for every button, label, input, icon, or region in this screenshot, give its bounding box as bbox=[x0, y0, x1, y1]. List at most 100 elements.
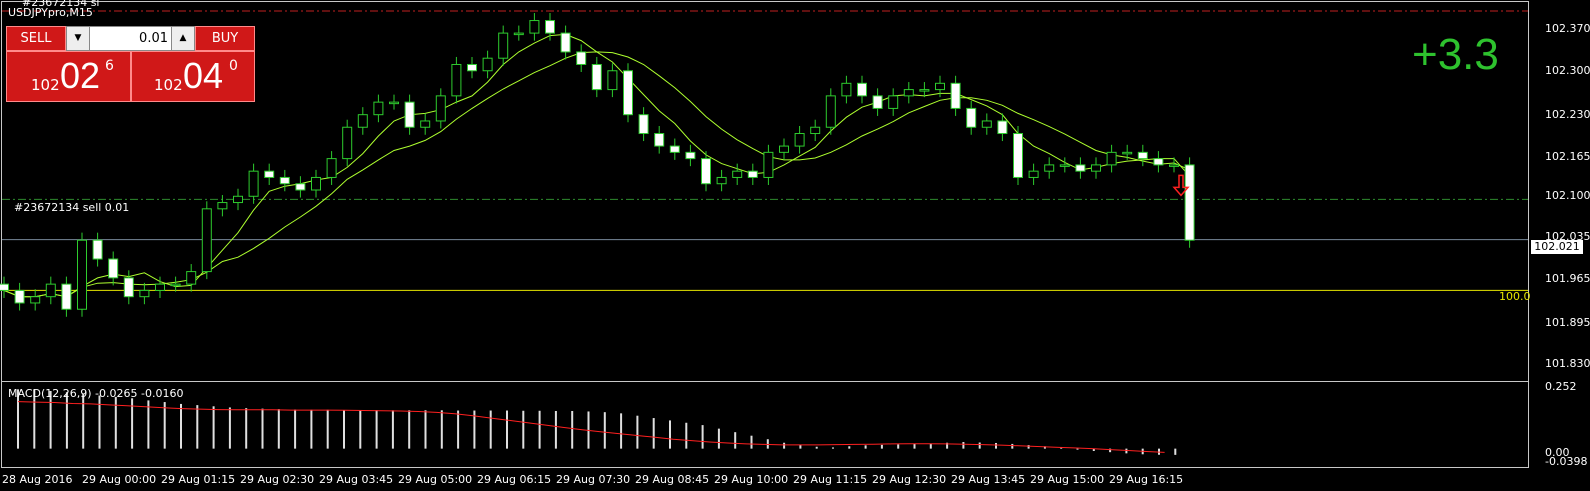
candle-body bbox=[45, 283, 56, 298]
candle-body bbox=[201, 208, 212, 273]
time-axis-label: 29 Aug 02:30 bbox=[240, 473, 315, 486]
candle-body bbox=[669, 145, 680, 153]
candle-body bbox=[654, 133, 665, 147]
macd-histogram-bar bbox=[783, 442, 786, 449]
candle-body bbox=[888, 95, 899, 109]
candle-body bbox=[248, 170, 259, 197]
candle-body bbox=[1122, 151, 1133, 155]
candle-body bbox=[77, 239, 87, 310]
sell-button[interactable]: SELL bbox=[6, 26, 66, 51]
candle-body bbox=[560, 32, 571, 53]
sell-price-box[interactable]: 102 02 6 bbox=[6, 51, 131, 102]
buy-button[interactable]: BUY bbox=[195, 26, 255, 51]
macd-histogram-bar bbox=[522, 410, 525, 449]
candle-body bbox=[1044, 164, 1055, 172]
sell-price-fraction: 6 bbox=[105, 58, 114, 74]
candle-body bbox=[1184, 164, 1195, 241]
candle-body bbox=[1169, 164, 1179, 167]
one-click-trading-panel: SELL ▼ ▲ BUY 102 02 6 102 04 0 bbox=[6, 26, 255, 102]
candle-body bbox=[1091, 164, 1101, 172]
macd-histogram-bar bbox=[766, 439, 769, 449]
candle-body bbox=[233, 195, 243, 204]
price-axis-label: 102.230 bbox=[1545, 108, 1590, 121]
price-axis-label: 102.370 bbox=[1545, 22, 1590, 35]
candle-body bbox=[155, 283, 165, 291]
candle-body bbox=[872, 95, 883, 109]
candle-body bbox=[825, 95, 836, 128]
candle-body bbox=[1075, 164, 1086, 172]
macd-histogram-bar bbox=[669, 420, 671, 449]
candle-body bbox=[607, 70, 618, 91]
macd-histogram-bar bbox=[82, 394, 85, 449]
macd-indicator-label: MACD(12,26,9) -0.0265 -0.0160 bbox=[8, 387, 184, 400]
macd-histogram-bar bbox=[489, 410, 492, 449]
macd-histogram-bar bbox=[212, 406, 215, 449]
macd-histogram-bar bbox=[636, 415, 639, 449]
price-axis-label: 102.165 bbox=[1545, 150, 1590, 163]
price-axis-label: 101.895 bbox=[1545, 316, 1590, 329]
candle-body bbox=[638, 114, 649, 135]
price-axis-label: 102.300 bbox=[1545, 64, 1590, 77]
macd-axis-label: -0.0398 bbox=[1545, 455, 1588, 468]
macd-histogram-bar bbox=[1011, 443, 1014, 449]
macd-histogram-bar bbox=[717, 428, 720, 449]
candle-body bbox=[545, 20, 555, 34]
macd-histogram-bar bbox=[815, 446, 818, 449]
time-axis-label: 29 Aug 13:45 bbox=[951, 473, 1026, 486]
macd-signal-line bbox=[17, 401, 1165, 453]
macd-histogram-bar bbox=[196, 405, 199, 449]
candle-body bbox=[732, 170, 743, 178]
lot-increase-button[interactable]: ▲ bbox=[171, 27, 194, 50]
macd-histogram-bar bbox=[180, 403, 182, 449]
candle-body bbox=[591, 63, 602, 91]
macd-histogram-bar bbox=[375, 410, 378, 449]
macd-histogram-bar bbox=[147, 400, 150, 449]
candle-body bbox=[279, 176, 290, 185]
time-axis-label: 29 Aug 05:00 bbox=[398, 473, 473, 486]
macd-histogram-bar bbox=[995, 442, 997, 449]
price-axis-label: 102.035 bbox=[1545, 230, 1590, 243]
buy-price-fraction: 0 bbox=[229, 58, 238, 74]
price-axis-label: 101.830 bbox=[1545, 357, 1590, 370]
candle-body bbox=[1153, 158, 1164, 166]
macd-histogram-bar bbox=[163, 402, 166, 449]
macd-histogram-bar bbox=[913, 443, 916, 449]
candle-body bbox=[435, 95, 446, 122]
candle-body bbox=[123, 277, 134, 298]
lot-decrease-button[interactable]: ▼ bbox=[67, 27, 90, 50]
macd-histogram-bar bbox=[228, 407, 231, 449]
buy-price-pips: 04 bbox=[183, 55, 224, 96]
macd-histogram-bar bbox=[1125, 448, 1128, 454]
macd-histogram-bar bbox=[962, 442, 965, 449]
candle-body bbox=[1028, 170, 1039, 178]
macd-histogram-bar bbox=[114, 396, 117, 449]
macd-axis-label: 0.252 bbox=[1545, 380, 1577, 393]
down-arrow-icon: ▼ bbox=[74, 33, 82, 43]
candle-body bbox=[1106, 151, 1117, 166]
time-axis-label: 29 Aug 08:45 bbox=[635, 473, 710, 486]
candle-body bbox=[981, 120, 992, 128]
macd-histogram-bar bbox=[1174, 448, 1177, 455]
macd-histogram-bar bbox=[343, 410, 345, 449]
macd-histogram-bar bbox=[880, 444, 883, 449]
candle-body bbox=[342, 126, 353, 160]
macd-histogram-bar bbox=[310, 409, 313, 449]
candle-body bbox=[529, 20, 540, 34]
time-axis-label: 29 Aug 00:00 bbox=[82, 473, 157, 486]
lot-size-input[interactable] bbox=[90, 29, 172, 48]
price-axis-label: 102.100 bbox=[1545, 189, 1590, 202]
chart-window[interactable]: #23672134 sl USDJPYpro,M15 #23672134 sel… bbox=[0, 0, 1590, 491]
macd-histogram-bar bbox=[391, 410, 394, 449]
candle-body bbox=[997, 120, 1008, 135]
candle-body bbox=[420, 120, 431, 128]
macd-histogram-bar bbox=[245, 408, 248, 449]
macd-histogram-bar bbox=[261, 408, 264, 449]
macd-histogram-bar bbox=[799, 445, 802, 449]
candle-body bbox=[451, 63, 462, 97]
candle-body bbox=[186, 271, 197, 285]
candle-body bbox=[779, 145, 789, 153]
candle-body bbox=[794, 133, 805, 147]
candle-body bbox=[903, 89, 914, 97]
candle-body bbox=[841, 82, 852, 97]
buy-price-box[interactable]: 102 04 0 bbox=[131, 51, 255, 102]
